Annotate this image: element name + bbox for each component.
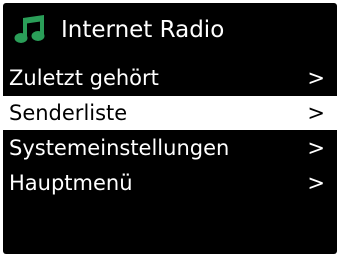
chevron-right-icon: >: [307, 136, 325, 160]
chevron-right-icon: >: [307, 171, 325, 195]
menu-item-station-list[interactable]: Senderliste >: [3, 96, 337, 130]
menu-item-label: Zuletzt gehört: [9, 66, 159, 90]
chevron-right-icon: >: [307, 66, 325, 90]
menu-item-label: Hauptmenü: [9, 171, 133, 195]
menu-item-label: Senderliste: [9, 101, 128, 125]
menu-item-system-settings[interactable]: Systemeinstellungen >: [3, 131, 337, 165]
page-title: Internet Radio: [61, 17, 225, 43]
header-bar: Internet Radio: [3, 3, 337, 57]
radio-display: Internet Radio Zuletzt gehört > Senderli…: [3, 3, 337, 254]
menu-item-main-menu[interactable]: Hauptmenü >: [3, 166, 337, 200]
music-note-icon: [14, 15, 48, 45]
chevron-right-icon: >: [307, 101, 325, 125]
menu-list: Zuletzt gehört > Senderliste > Systemein…: [3, 61, 337, 201]
menu-item-recently-played[interactable]: Zuletzt gehört >: [3, 61, 337, 95]
menu-item-label: Systemeinstellungen: [9, 136, 230, 160]
